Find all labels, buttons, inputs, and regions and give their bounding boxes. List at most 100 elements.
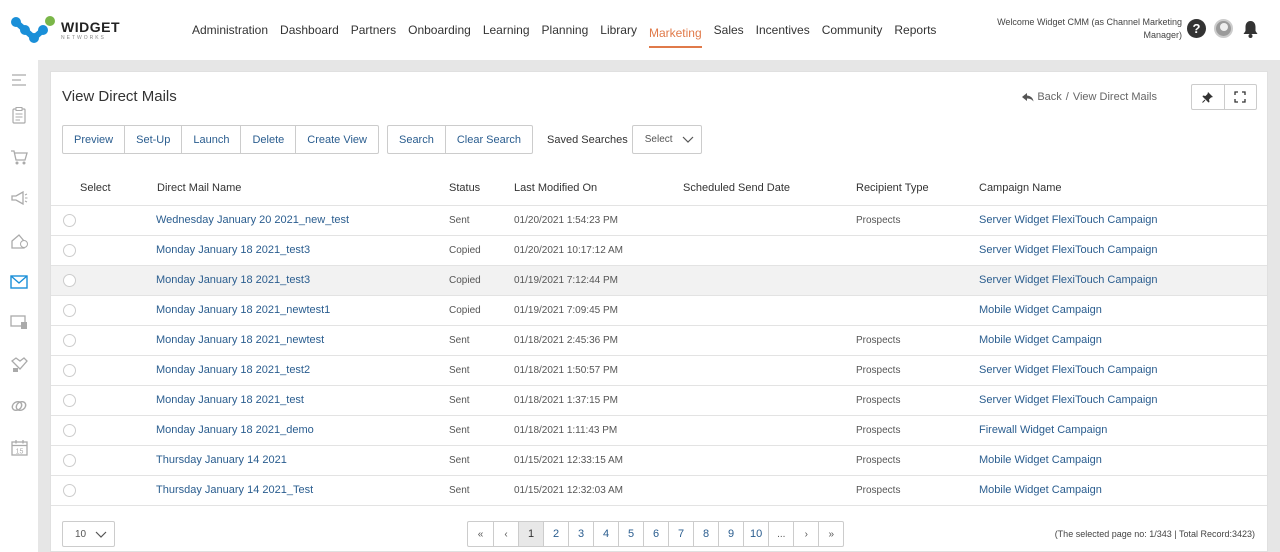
widget-networks-logo[interactable]: WIDGET NETWORKS — [10, 14, 130, 44]
pager-nav-button[interactable]: ... — [768, 522, 793, 546]
bell-icon[interactable] — [1241, 19, 1260, 38]
page-button[interactable]: 6 — [643, 522, 668, 546]
table-row[interactable]: Monday January 18 2021_test3 Copied 01/19/… — [51, 266, 1267, 296]
delete-button[interactable]: Delete — [240, 126, 295, 153]
direct-mail-name-link[interactable]: Monday January 18 2021_test3 — [156, 244, 310, 256]
create-view-button[interactable]: Create View — [295, 126, 378, 153]
handshake-icon[interactable] — [9, 354, 29, 374]
direct-mail-name-link[interactable]: Monday January 18 2021_test3 — [156, 274, 310, 286]
nav-sales[interactable]: Sales — [714, 17, 744, 43]
pin-button[interactable] — [1192, 85, 1224, 109]
campaign-name-link[interactable]: Server Widget FlexiTouch Campaign — [979, 394, 1158, 406]
row-select-radio[interactable] — [63, 334, 76, 347]
monitor-icon[interactable] — [9, 312, 29, 332]
page-button[interactable]: 7 — [668, 522, 693, 546]
col-campaign-name[interactable]: Campaign Name — [979, 182, 1062, 194]
link-icon[interactable] — [9, 396, 29, 416]
direct-mail-name-link[interactable]: Monday January 18 2021_newtest — [156, 334, 324, 346]
campaign-name-link[interactable]: Firewall Widget Campaign — [979, 424, 1107, 436]
nav-planning[interactable]: Planning — [542, 17, 589, 43]
row-select-radio[interactable] — [63, 364, 76, 377]
back-link[interactable]: Back — [1022, 91, 1062, 103]
row-select-radio[interactable] — [63, 244, 76, 257]
launch-button[interactable]: Launch — [181, 126, 240, 153]
saved-searches-select[interactable]: Select — [631, 125, 702, 154]
pager-nav-button[interactable]: » — [818, 522, 843, 546]
row-select-radio[interactable] — [63, 424, 76, 437]
row-select-radio[interactable] — [63, 484, 76, 497]
row-select-radio[interactable] — [63, 454, 76, 467]
fullscreen-button[interactable] — [1223, 85, 1257, 109]
nav-marketing[interactable]: Marketing — [648, 20, 702, 48]
direct-mail-name-link[interactable]: Monday January 18 2021_newtest1 — [156, 304, 330, 316]
nav-library[interactable]: Library — [600, 17, 637, 43]
col-direct-mail-name[interactable]: Direct Mail Name — [157, 182, 241, 194]
page-size-select[interactable]: 10 — [62, 521, 115, 547]
table-row[interactable]: Monday January 18 2021_newtest1 Copied 01/… — [51, 296, 1267, 326]
page-button[interactable]: 2 — [543, 522, 568, 546]
nav-reports[interactable]: Reports — [894, 17, 936, 43]
nav-onboarding[interactable]: Onboarding — [408, 17, 471, 43]
nav-incentives[interactable]: Incentives — [756, 17, 810, 43]
col-recipient-type[interactable]: Recipient Type — [856, 182, 929, 194]
direct-mail-name-link[interactable]: Monday January 18 2021_test2 — [156, 364, 310, 376]
page-button[interactable]: 10 — [743, 522, 768, 546]
direct-mail-name-link[interactable]: Thursday January 14 2021_Test — [156, 484, 313, 496]
nav-administration[interactable]: Administration — [192, 17, 268, 43]
nav-dashboard[interactable]: Dashboard — [280, 17, 339, 43]
table-row[interactable]: Monday January 18 2021_test Sent 01/18/202… — [51, 386, 1267, 416]
table-row[interactable]: Wednesday January 20 2021_new_test Sent 01… — [51, 206, 1267, 236]
col-status[interactable]: Status — [449, 182, 480, 194]
menu-icon[interactable] — [9, 70, 29, 90]
mail-icon[interactable] — [9, 272, 29, 292]
clipboard-icon[interactable] — [9, 105, 29, 125]
calendar-icon[interactable]: 15 — [9, 437, 29, 457]
page-button[interactable]: 3 — [568, 522, 593, 546]
clear-search-button[interactable]: Clear Search — [444, 126, 532, 153]
campaign-name-link[interactable]: Server Widget FlexiTouch Campaign — [979, 214, 1158, 226]
page-button[interactable]: 4 — [593, 522, 618, 546]
recipient-type-cell: Prospects — [856, 485, 901, 496]
preview-button[interactable]: Preview — [63, 126, 124, 153]
gift-icon[interactable] — [9, 230, 29, 250]
search-button[interactable]: Search — [388, 126, 445, 153]
page-button[interactable]: 8 — [693, 522, 718, 546]
campaign-name-link[interactable]: Mobile Widget Campaign — [979, 484, 1102, 496]
nav-partners[interactable]: Partners — [351, 17, 396, 43]
campaign-name-link[interactable]: Mobile Widget Campaign — [979, 454, 1102, 466]
col-scheduled-send-date[interactable]: Scheduled Send Date — [683, 182, 790, 194]
row-select-radio[interactable] — [63, 304, 76, 317]
table-row[interactable]: Thursday January 14 2021_Test Sent 01/15/2… — [51, 476, 1267, 506]
nav-community[interactable]: Community — [822, 17, 883, 43]
campaign-name-link[interactable]: Mobile Widget Campaign — [979, 334, 1102, 346]
megaphone-icon[interactable] — [9, 188, 29, 208]
table-row[interactable]: Monday January 18 2021_newtest Sent 01/18/… — [51, 326, 1267, 356]
page-button[interactable]: 9 — [718, 522, 743, 546]
row-select-radio[interactable] — [63, 214, 76, 227]
campaign-name-link[interactable]: Server Widget FlexiTouch Campaign — [979, 364, 1158, 376]
direct-mail-name-link[interactable]: Monday January 18 2021_demo — [156, 424, 314, 436]
pager-nav-button[interactable]: « — [468, 522, 493, 546]
table-row[interactable]: Monday January 18 2021_test2 Sent 01/18/20… — [51, 356, 1267, 386]
page-button[interactable]: 1 — [518, 522, 543, 546]
pager-nav-button[interactable]: › — [793, 522, 818, 546]
direct-mail-name-link[interactable]: Thursday January 14 2021 — [156, 454, 287, 466]
campaign-name-link[interactable]: Server Widget FlexiTouch Campaign — [979, 274, 1158, 286]
col-last-modified[interactable]: Last Modified On — [514, 182, 597, 194]
table-row[interactable]: Monday January 18 2021_test3 Copied 01/20/… — [51, 236, 1267, 266]
table-row[interactable]: Monday January 18 2021_demo Sent 01/18/202… — [51, 416, 1267, 446]
campaign-name-link[interactable]: Mobile Widget Campaign — [979, 304, 1102, 316]
table-row[interactable]: Thursday January 14 2021 Sent 01/15/2021 1… — [51, 446, 1267, 476]
pager-nav-button[interactable]: ‹ — [493, 522, 518, 546]
row-select-radio[interactable] — [63, 274, 76, 287]
setup-button[interactable]: Set-Up — [124, 126, 181, 153]
help-icon[interactable]: ? — [1187, 19, 1206, 38]
row-select-radio[interactable] — [63, 394, 76, 407]
user-avatar[interactable] — [1214, 19, 1233, 38]
cart-icon[interactable] — [9, 147, 29, 167]
page-button[interactable]: 5 — [618, 522, 643, 546]
direct-mail-name-link[interactable]: Wednesday January 20 2021_new_test — [156, 214, 349, 226]
direct-mail-name-link[interactable]: Monday January 18 2021_test — [156, 394, 304, 406]
nav-learning[interactable]: Learning — [483, 17, 530, 43]
campaign-name-link[interactable]: Server Widget FlexiTouch Campaign — [979, 244, 1158, 256]
